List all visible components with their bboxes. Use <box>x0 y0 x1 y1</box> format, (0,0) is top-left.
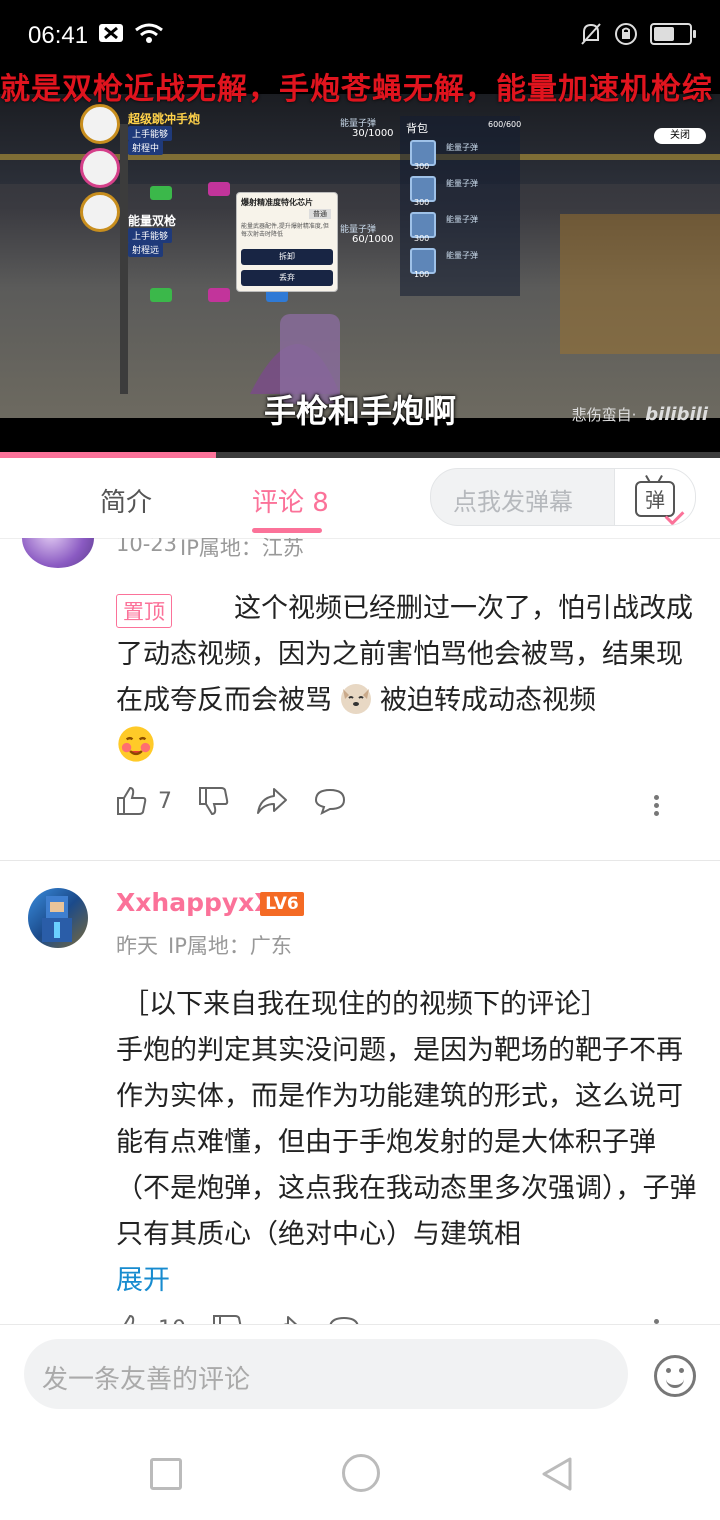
dislike-button[interactable] <box>198 786 230 816</box>
avatar[interactable] <box>22 538 94 568</box>
comment-ip: IP属地：广东 <box>168 934 292 958</box>
popup-rarity: 普通 <box>309 209 331 219</box>
mute-bell-icon <box>581 23 601 45</box>
chip-icon[interactable] <box>208 182 230 196</box>
reply-button[interactable] <box>314 787 346 815</box>
bag-capacity: 600/600 <box>488 120 522 129</box>
danmaku-icon: 弹 <box>635 481 685 525</box>
tab-intro[interactable]: 简介 <box>100 482 152 519</box>
weapon2-name: 能量双枪 <box>128 214 177 228</box>
status-bar: 06:41 <box>0 0 720 72</box>
comment-date: 10-23 <box>116 538 178 556</box>
chip-icon[interactable] <box>150 186 172 200</box>
expand-link[interactable]: 展开 <box>116 1265 170 1296</box>
recent-apps-button[interactable] <box>150 1458 182 1490</box>
more-options-icon[interactable] <box>654 1316 660 1324</box>
bag-count: 300 <box>414 198 430 207</box>
comment-ip: IP属地：江苏 <box>180 538 304 560</box>
comment-text: 这个视频已经删过一次了，怕引战改成了动态视频，因为之前害怕骂他会被骂，结果现在成… <box>116 586 702 773</box>
comment-actions: 7 <box>116 786 372 816</box>
comment-input[interactable]: 发一条友善的评论 <box>24 1339 628 1409</box>
more-options-icon[interactable] <box>654 792 660 819</box>
share-icon <box>283 1316 298 1324</box>
comment-text: ［以下来自我在现住的的视频下的评论］ 手炮的判定其实没问题，是因为靶场的靶子不再作… <box>116 989 697 1296</box>
weapon2-tag: 射程远 <box>128 242 164 257</box>
comment-bubble-icon <box>314 788 346 815</box>
thumbs-up-icon <box>117 786 147 815</box>
game-close-button[interactable]: 关闭 <box>654 128 706 144</box>
weapon2-tag: 上手能够 <box>128 228 173 243</box>
weapon1-name: 超级跳冲手炮 <box>128 112 201 126</box>
bag-item-label: 能量子弹 <box>446 251 478 260</box>
comment-input-bar: 发一条友善的评论 <box>0 1324 720 1425</box>
comment-actions: 10 <box>116 1314 386 1324</box>
dislike-button[interactable] <box>212 1314 244 1324</box>
danmaku-placeholder: 点我发弹幕 <box>453 488 573 516</box>
danmaku-icon-text: 弹 <box>645 488 665 512</box>
battery-icon <box>650 23 696 45</box>
notification-icon <box>99 24 123 42</box>
comment-bubble-icon <box>329 1316 359 1324</box>
chip-icon[interactable] <box>208 288 230 302</box>
level-badge: LV6 <box>260 892 304 916</box>
weapon1-tag: 射程中 <box>128 140 164 155</box>
bag-count: 300 <box>414 162 430 171</box>
bag-count: 300 <box>414 234 430 243</box>
scrolling-danmaku: 就是双枪近战无解，手炮苍蝇无解，能量加速机枪综 <box>0 72 713 107</box>
like-button[interactable]: 7 <box>116 786 172 816</box>
share-button[interactable] <box>256 787 288 815</box>
chip-popup: 爆射精准度特化芯片 普通 能量武器配件,提升爆射精准度,但每次射击时降低 拆卸 … <box>236 192 338 292</box>
comment-input-placeholder: 发一条友善的评论 <box>42 1365 251 1395</box>
weapon-slot-3[interactable] <box>80 192 120 232</box>
video-frame: 超级跳冲手炮 上手能够 射程中 能量双枪 上手能够 射程远 能量子弹 30/10… <box>0 94 720 418</box>
bag-item-label: 能量子弹 <box>446 179 478 188</box>
backpack-panel: 背包 600/600 300 300 300 100 能量子弹 能量子弹 能量子… <box>400 116 522 296</box>
like-count: 10 <box>158 1317 186 1325</box>
ammo1-count: 30/1000 <box>352 128 394 139</box>
home-button[interactable] <box>342 1454 380 1492</box>
thumbs-up-icon <box>124 1314 135 1324</box>
like-count: 7 <box>158 788 172 814</box>
chip-icon[interactable] <box>150 288 172 302</box>
share-icon <box>257 788 287 814</box>
bilibili-logo: bilibili <box>645 404 708 425</box>
status-time: 06:41 <box>28 22 89 49</box>
tab-comments[interactable]: 评论 8 <box>252 482 329 519</box>
uploader-watermark: 悲伤蛮自· <box>571 406 637 424</box>
back-button[interactable] <box>540 1456 574 1492</box>
comment-list: 10-23 IP属地：江苏 置顶 这个视频已经删过一次了，怕引战改成了动态视频，… <box>0 538 720 1324</box>
tab-bar: 简介 评论 8 点我发弹幕 弹 <box>0 458 720 539</box>
avatar[interactable] <box>28 888 88 948</box>
bag-item-label: 能量子弹 <box>446 143 478 152</box>
bag-count: 100 <box>414 270 430 279</box>
wifi-icon <box>135 23 163 43</box>
emoji-picker-icon[interactable] <box>654 1355 696 1397</box>
like-button[interactable]: 10 <box>116 1314 186 1324</box>
video-player[interactable]: 超级跳冲手炮 上手能够 射程中 能量双枪 上手能够 射程远 能量子弹 30/10… <box>0 72 720 458</box>
bag-title: 背包 <box>406 122 428 135</box>
system-nav-bar <box>0 1424 720 1520</box>
danmaku-toggle-button[interactable]: 弹 <box>614 469 695 525</box>
dog-emoji-icon <box>341 684 371 714</box>
thumbs-down-icon <box>199 787 229 816</box>
popup-desc: 能量武器配件,提升爆射精准度,但每次射击时降低 <box>241 223 329 238</box>
weapon-slot-2[interactable] <box>80 148 120 188</box>
danmaku-input[interactable]: 点我发弹幕 弹 <box>430 468 696 526</box>
thumbs-down-icon <box>213 1315 242 1324</box>
weapon-slot-1[interactable] <box>80 104 120 144</box>
ammo2-count: 60/1000 <box>352 234 394 245</box>
share-button[interactable] <box>270 1315 302 1324</box>
tab-underline <box>252 528 322 533</box>
bag-item-label: 能量子弹 <box>446 215 478 224</box>
popup-unequip-button[interactable]: 拆卸 <box>241 249 333 265</box>
smirk-emoji-icon <box>118 726 154 762</box>
popup-discard-button[interactable]: 丢弃 <box>241 270 333 286</box>
username[interactable]: XxhappyxX <box>116 888 274 917</box>
reply-button[interactable] <box>328 1315 360 1324</box>
rotation-lock-icon <box>615 23 637 45</box>
weapon1-tag: 上手能够 <box>128 126 173 141</box>
popup-title: 爆射精准度特化芯片 <box>241 198 313 207</box>
comment-date: 昨天 <box>116 934 158 958</box>
